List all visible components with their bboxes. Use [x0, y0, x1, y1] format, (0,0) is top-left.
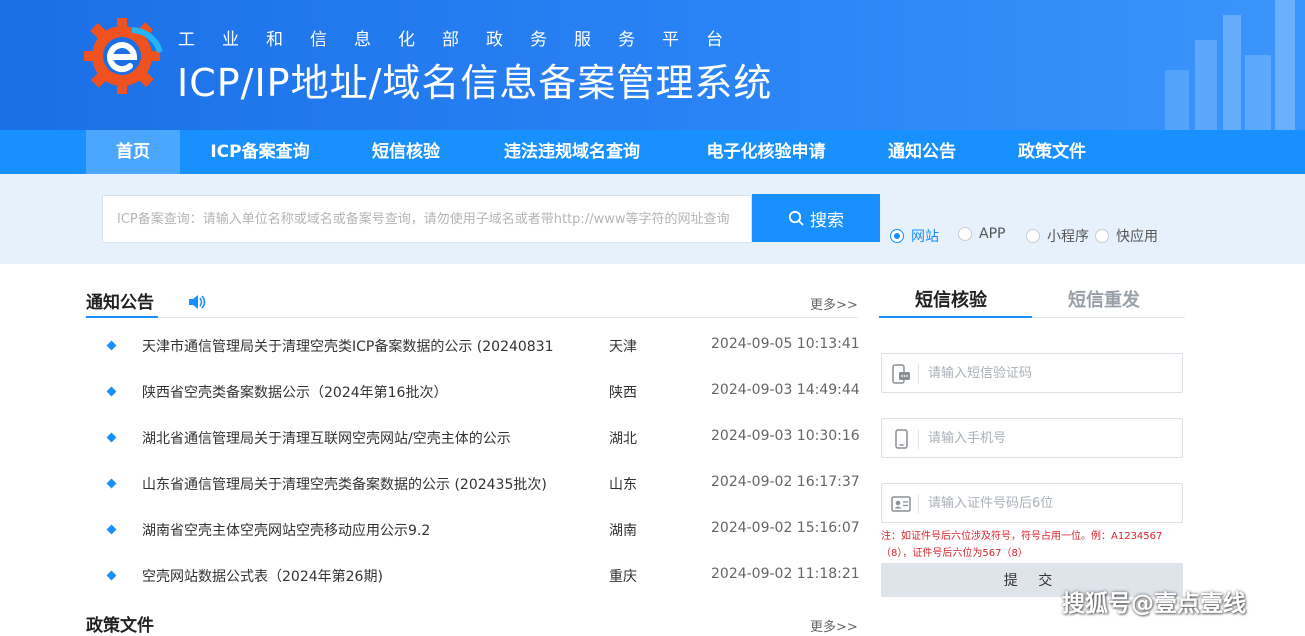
notice-region: 重庆	[609, 569, 637, 585]
notices-title: 通知公告	[86, 293, 154, 313]
radio-app[interactable]: APP	[958, 226, 1005, 242]
watermark-text: 搜狐号@壹点壹线	[1062, 591, 1246, 617]
id-number-input[interactable]	[928, 484, 1178, 522]
nav-electronic-verify[interactable]: 电子化核验申请	[692, 130, 840, 174]
notice-title[interactable]: 湖南省空壳主体空壳网站空壳移动应用公示9.2	[142, 520, 562, 540]
notice-title[interactable]: 空壳网站数据公式表（2024年第26期)	[142, 566, 562, 586]
speaker-icon	[189, 295, 206, 309]
list-item[interactable]: 陕西省空壳类备案数据公示（2024年第16批次） 陕西 2024-09-03 14:…	[106, 382, 860, 406]
sms-code-field[interactable]	[881, 353, 1183, 393]
notice-region: 山东	[609, 477, 637, 493]
city-skyline-decoration	[1165, 0, 1295, 130]
search-icon	[788, 210, 804, 226]
id-number-field[interactable]	[881, 483, 1183, 523]
nav-icp-query[interactable]: ICP备案查询	[196, 130, 324, 174]
tab-sms-verify[interactable]: 短信核验	[915, 286, 987, 312]
field-separator	[918, 494, 919, 514]
radio-website[interactable]: 网站	[890, 226, 939, 246]
radio-label: 小程序	[1047, 229, 1089, 245]
notice-title[interactable]: 湖北省通信管理局关于清理互联网空壳网站/空壳主体的公示	[142, 428, 562, 448]
nav-home[interactable]: 首页	[86, 130, 180, 174]
notice-datetime: 2024-09-02 11:18:21	[711, 566, 860, 582]
radio-label: 网站	[911, 229, 939, 245]
bullet-icon	[106, 340, 117, 351]
radio-dot	[1095, 229, 1109, 243]
id-number-note: 注：如证件号后六位涉及符号，符号占用一位。例：A1234567 （8），证件号后…	[881, 528, 1181, 562]
list-item[interactable]: 空壳网站数据公式表（2024年第26期) 重庆 2024-09-02 11:18:2…	[106, 566, 860, 590]
policy-more-link[interactable]: 更多>>	[810, 616, 858, 635]
search-button-label: 搜索	[810, 210, 844, 231]
phone-field[interactable]	[881, 418, 1183, 458]
radio-label: 快应用	[1116, 229, 1158, 245]
notice-title[interactable]: 山东省通信管理局关于清理空壳类备案数据的公示 (202435批次)	[142, 474, 562, 494]
policy-title: 政策文件	[86, 616, 154, 636]
notice-datetime: 2024-09-02 15:16:07	[711, 520, 860, 536]
field-separator	[918, 429, 919, 449]
bullet-icon	[106, 386, 117, 397]
bullet-icon	[106, 524, 117, 535]
radio-miniprogram[interactable]: 小程序	[1026, 226, 1089, 246]
phone-message-icon	[892, 364, 910, 384]
nav-notices[interactable]: 通知公告	[874, 130, 970, 174]
list-item[interactable]: 湖南省空壳主体空壳网站空壳移动应用公示9.2 湖南 2024-09-02 15:16…	[106, 520, 860, 544]
list-item[interactable]: 天津市通信管理局关于清理空壳类ICP备案数据的公示 (20240831 天津 202…	[106, 336, 860, 360]
sms-tab-underline	[879, 316, 1032, 318]
tab-sms-resend[interactable]: 短信重发	[1068, 286, 1140, 312]
nav-sms-verify[interactable]: 短信核验	[356, 130, 456, 174]
id-card-icon	[891, 496, 911, 512]
list-item[interactable]: 山东省通信管理局关于清理空壳类备案数据的公示 (202435批次) 山东 2024-…	[106, 474, 860, 498]
phone-input[interactable]	[928, 419, 1178, 457]
notice-datetime: 2024-09-03 14:49:44	[711, 382, 860, 398]
notice-region: 陕西	[609, 385, 637, 401]
notice-datetime: 2024-09-03 10:30:16	[711, 428, 860, 444]
notice-region: 湖北	[609, 431, 637, 447]
header-subtitle: 工业和信息化部政务服务平台	[178, 30, 750, 50]
notice-region: 湖南	[609, 523, 637, 539]
radio-quickapp[interactable]: 快应用	[1095, 226, 1158, 246]
notice-title[interactable]: 陕西省空壳类备案数据公示（2024年第16批次）	[142, 382, 562, 402]
nav-illegal-domain[interactable]: 违法违规域名查询	[490, 130, 654, 174]
field-separator	[918, 364, 919, 384]
bullet-icon	[106, 570, 117, 581]
header-title: ICP/IP地址/域名信息备案管理系统	[177, 61, 773, 105]
notice-title[interactable]: 天津市通信管理局关于清理空壳类ICP备案数据的公示 (20240831	[142, 336, 562, 356]
main-nav: 首页 ICP备案查询 短信核验 违法违规域名查询 电子化核验申请 通知公告 政策…	[0, 130, 1305, 174]
radio-dot	[1026, 229, 1040, 243]
notice-datetime: 2024-09-02 16:17:37	[711, 474, 860, 490]
search-button[interactable]: 搜索	[752, 194, 880, 242]
notices-title-underline	[86, 316, 158, 318]
radio-dot	[890, 229, 904, 243]
note-line: （8），证件号后六位为567（8）	[881, 548, 1028, 559]
nav-policy[interactable]: 政策文件	[1004, 130, 1100, 174]
bullet-icon	[106, 478, 117, 489]
radio-dot	[958, 227, 972, 241]
sms-code-input[interactable]	[928, 354, 1178, 392]
radio-label: APP	[979, 226, 1006, 242]
gear-e-logo-icon	[84, 18, 163, 94]
notice-datetime: 2024-09-05 10:13:41	[711, 336, 860, 352]
note-line: 注：如证件号后六位涉及符号，符号占用一位。例：A1234567	[881, 531, 1163, 542]
notice-region: 天津	[609, 339, 637, 355]
notices-divider	[86, 317, 858, 318]
mobile-phone-icon	[895, 429, 908, 449]
bullet-icon	[106, 432, 117, 443]
site-header: 工业和信息化部政务服务平台 ICP/IP地址/域名信息备案管理系统	[0, 0, 1305, 130]
search-input[interactable]	[102, 195, 752, 243]
list-item[interactable]: 湖北省通信管理局关于清理互联网空壳网站/空壳主体的公示 湖北 2024-09-03 …	[106, 428, 860, 452]
notices-more-link[interactable]: 更多>>	[810, 294, 858, 313]
